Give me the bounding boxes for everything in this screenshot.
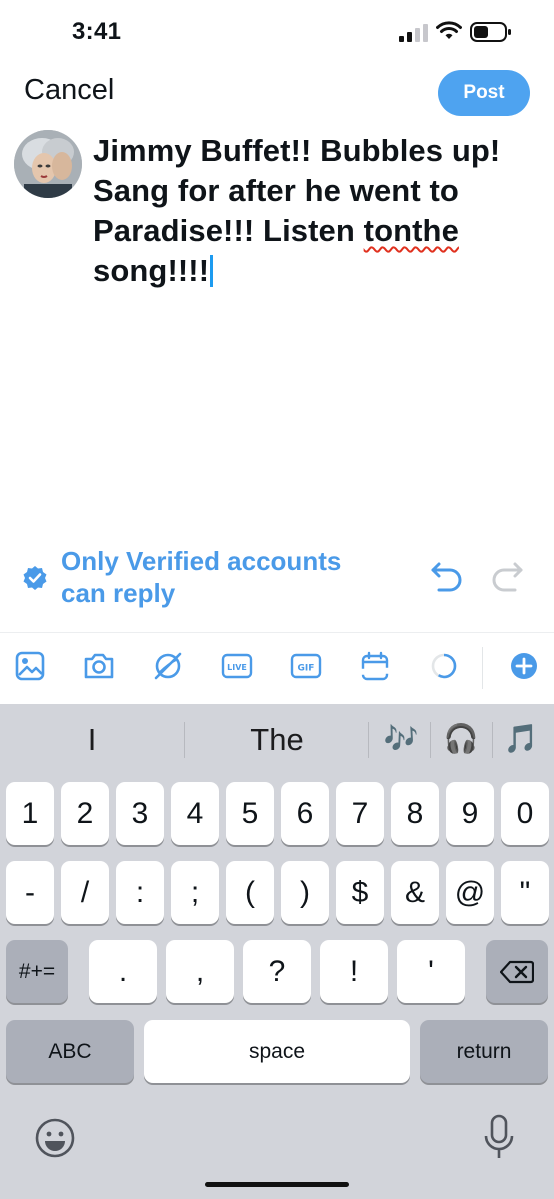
compose-text-area[interactable]: Jimmy Buffet!! Bubbles up! Sang for afte…	[93, 131, 533, 291]
return-key[interactable]: return	[420, 1020, 548, 1083]
key[interactable]: (	[226, 861, 274, 924]
cancel-button[interactable]: Cancel	[24, 74, 114, 107]
key[interactable]: .	[89, 940, 157, 1003]
suggestion-divider	[492, 722, 493, 758]
key[interactable]: !	[320, 940, 388, 1003]
key[interactable]: /	[61, 861, 109, 924]
key[interactable]: )	[281, 861, 329, 924]
space-key[interactable]: space	[144, 1020, 410, 1083]
keyboard: I The 🎶 🎧 🎵 1 2 3 4 5 6 7 8 9 0 - / : ; …	[0, 704, 554, 1199]
home-indicator[interactable]	[205, 1182, 349, 1187]
text-caret	[210, 255, 214, 287]
key[interactable]: 9	[446, 782, 494, 845]
suggestion-item[interactable]: 🎵	[498, 722, 544, 755]
image-icon[interactable]	[14, 650, 46, 682]
abc-key[interactable]: ABC	[6, 1020, 134, 1083]
suggestion-item[interactable]: The	[225, 722, 329, 758]
add-post-icon[interactable]	[508, 650, 540, 682]
key[interactable]: 5	[226, 782, 274, 845]
key[interactable]: "	[501, 861, 549, 924]
key[interactable]: 1	[6, 782, 54, 845]
post-button[interactable]: Post	[438, 70, 530, 116]
misspelled-word[interactable]: tonthe	[364, 213, 459, 248]
compose-text-part: song!!!!	[93, 253, 210, 288]
camera-icon[interactable]	[83, 650, 115, 682]
key[interactable]: '	[397, 940, 465, 1003]
avatar-image	[14, 130, 82, 198]
key[interactable]: 2	[61, 782, 109, 845]
gif-icon[interactable]: GIF	[290, 650, 322, 682]
emoji-icon[interactable]	[34, 1117, 76, 1159]
character-count-icon	[428, 650, 460, 682]
key[interactable]: 8	[391, 782, 439, 845]
suggestion-item[interactable]: 🎶	[376, 722, 426, 755]
key[interactable]: @	[446, 861, 494, 924]
key[interactable]: &	[391, 861, 439, 924]
reply-setting-line1: Only Verified accounts	[61, 546, 342, 576]
key[interactable]: 4	[171, 782, 219, 845]
symbols-toggle-key[interactable]: #+=	[6, 940, 68, 1003]
microphone-icon[interactable]	[484, 1114, 514, 1162]
delete-key[interactable]	[486, 940, 548, 1003]
reply-setting-label: Only Verified accounts can reply	[61, 545, 341, 609]
gif-label: GIF	[298, 664, 315, 674]
reply-setting-line2: can reply	[61, 578, 176, 608]
gif-search-icon[interactable]	[152, 650, 184, 682]
key[interactable]: :	[116, 861, 164, 924]
battery-icon	[470, 22, 511, 42]
reply-setting-button[interactable]: Only Verified accounts can reply	[22, 545, 402, 615]
wifi-icon	[436, 21, 462, 39]
key[interactable]: 0	[501, 782, 549, 845]
key[interactable]: ?	[243, 940, 311, 1003]
key[interactable]: -	[6, 861, 54, 924]
undo-icon[interactable]	[430, 560, 464, 592]
key[interactable]: ;	[171, 861, 219, 924]
avatar[interactable]	[14, 130, 82, 198]
key[interactable]: ,	[166, 940, 234, 1003]
live-label: LIVE	[227, 663, 247, 672]
suggestion-divider	[368, 722, 369, 758]
verified-badge-icon	[23, 566, 47, 590]
suggestion-divider	[430, 722, 431, 758]
suggestion-divider	[184, 722, 185, 758]
compose-toolbar: LIVE GIF	[0, 632, 554, 704]
key[interactable]: 3	[116, 782, 164, 845]
key[interactable]: 6	[281, 782, 329, 845]
live-icon[interactable]: LIVE	[221, 650, 253, 682]
schedule-icon[interactable]	[359, 650, 391, 682]
suggestion-item[interactable]: I	[70, 722, 114, 758]
key[interactable]: $	[336, 861, 384, 924]
cellular-signal-icon	[399, 24, 428, 42]
redo-icon[interactable]	[490, 560, 524, 592]
backspace-icon	[500, 960, 534, 983]
status-bar: 3:41	[0, 0, 554, 64]
suggestion-item[interactable]: 🎧	[436, 722, 486, 755]
status-time: 3:41	[72, 18, 122, 45]
toolbar-divider	[482, 647, 483, 689]
key[interactable]: 7	[336, 782, 384, 845]
